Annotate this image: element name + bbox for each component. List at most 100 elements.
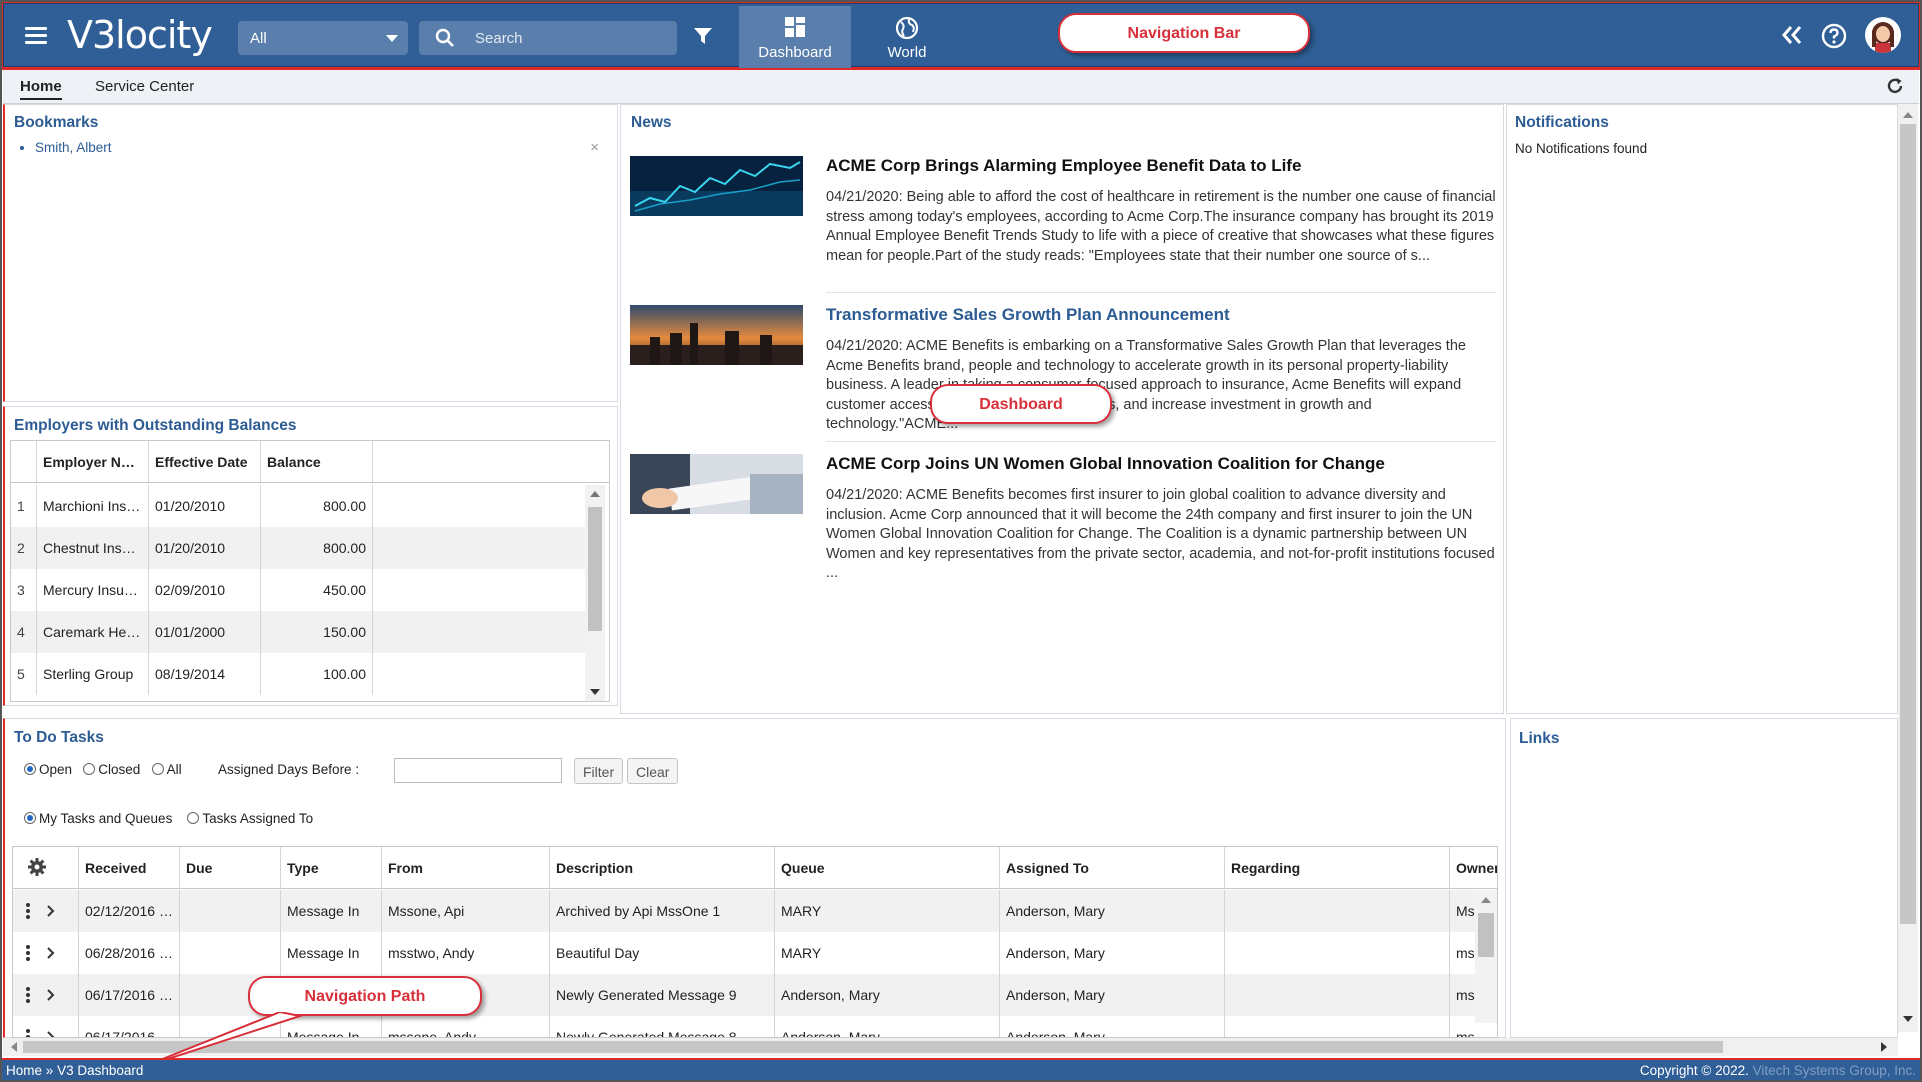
- table-cell: 800.00: [261, 485, 373, 527]
- more-vertical-icon[interactable]: [25, 903, 31, 919]
- row-actions: [13, 1016, 79, 1038]
- task-scope-group: My Tasks and Queues Tasks Assigned To: [24, 811, 313, 826]
- radio-open[interactable]: [24, 763, 36, 775]
- business-meeting-image[interactable]: [630, 454, 803, 514]
- table-row[interactable]: 5 Sterling Group 08/19/2014 100.00: [11, 653, 585, 695]
- brand-logo[interactable]: V3locity: [67, 13, 213, 57]
- chevron-right-icon[interactable]: [47, 947, 55, 959]
- table-cell: Mssone, Api: [382, 890, 550, 932]
- filter-icon[interactable]: [693, 26, 713, 46]
- assigned-days-input[interactable]: [394, 758, 562, 783]
- table-cell: 2: [11, 527, 37, 569]
- radio-all[interactable]: [151, 763, 164, 775]
- search-input[interactable]: Search: [419, 21, 677, 55]
- table-header: Received Due Type From Description Queue…: [13, 847, 1497, 889]
- table-row[interactable]: 1 Marchioni Insu… 01/20/2010 800.00: [11, 485, 585, 527]
- table-row[interactable]: 4 Caremark Hea… 01/01/2000 150.00: [11, 611, 585, 653]
- scroll-left-icon[interactable]: [11, 1042, 17, 1052]
- row-actions: [13, 890, 79, 932]
- panel-title: Employers with Outstanding Balances: [14, 417, 297, 434]
- chevron-right-icon[interactable]: [47, 905, 55, 917]
- globe-icon: [895, 16, 919, 40]
- chevron-right-icon[interactable]: [47, 1031, 55, 1038]
- table-cell: 08/19/2014: [149, 653, 261, 695]
- avatar[interactable]: [1865, 17, 1901, 53]
- table-row[interactable]: 06/28/2016 … Message In msstwo, Andy Beauti…: [13, 932, 1497, 974]
- radio-closed[interactable]: [83, 763, 96, 775]
- gear-icon[interactable]: [27, 857, 47, 877]
- scroll-up-icon[interactable]: [1903, 112, 1913, 118]
- table-cell: 5: [11, 653, 37, 695]
- scrollbar[interactable]: [1475, 891, 1497, 1023]
- radio-tasks-assigned[interactable]: [187, 812, 200, 824]
- table-cell: 800.00: [261, 527, 373, 569]
- clear-button[interactable]: Clear: [627, 758, 679, 784]
- table-header: Employer Name Effective Date Balance: [11, 441, 609, 483]
- table-cell: 100.00: [261, 653, 373, 695]
- table-row[interactable]: 02/12/2016 … Message In Mssone, Api Archive…: [13, 890, 1497, 932]
- table-cell: Beautiful Day: [550, 932, 775, 974]
- scroll-down-icon[interactable]: [1903, 1016, 1913, 1022]
- scroll-down-icon[interactable]: [590, 689, 600, 695]
- table-cell: Caremark Hea…: [37, 611, 149, 653]
- table-cell: MARY: [775, 890, 1000, 932]
- table-row[interactable]: 3 Mercury Insur… 02/09/2010 450.00: [11, 569, 585, 611]
- tab-home[interactable]: Home: [20, 78, 62, 100]
- search-scope-select[interactable]: All: [238, 21, 408, 55]
- panel-title: News: [631, 114, 672, 131]
- news-item: ACME Corp Brings Alarming Employee Benef…: [630, 156, 1496, 296]
- news-summary: 04/21/2020: ACME Benefits is embarking o…: [826, 338, 1466, 432]
- tab-dashboard[interactable]: Dashboard: [739, 6, 851, 68]
- news-headline[interactable]: Transformative Sales Growth Plan Announc…: [826, 305, 1230, 325]
- table-row[interactable]: 06/17/2016 …Message InNewly Generated Me…: [13, 974, 1497, 1016]
- table-cell: 450.00: [261, 569, 373, 611]
- scroll-up-icon[interactable]: [590, 491, 600, 497]
- scroll-right-icon[interactable]: [1881, 1042, 1887, 1052]
- more-vertical-icon[interactable]: [25, 945, 31, 961]
- table-cell: 02/12/2016 …: [79, 890, 180, 932]
- notifications-panel: Notifications No Notifications found: [1506, 104, 1898, 714]
- scrollbar-thumb[interactable]: [1478, 913, 1494, 957]
- collapse-double-chevron-icon[interactable]: [1781, 25, 1803, 45]
- city-skyline-image[interactable]: [630, 305, 803, 365]
- panel-title: Bookmarks: [14, 114, 99, 131]
- scrollbar-thumb[interactable]: [588, 507, 602, 631]
- table-row[interactable]: 2 Chestnut Insur… 01/20/2010 800.00: [11, 527, 585, 569]
- scrollbar-thumb[interactable]: [1900, 124, 1916, 924]
- scrollbar[interactable]: [585, 485, 605, 701]
- search-icon: [435, 28, 454, 47]
- filter-button[interactable]: Filter: [574, 758, 624, 784]
- table-cell: 01/20/2010: [149, 485, 261, 527]
- chevron-right-icon[interactable]: [47, 989, 55, 1001]
- assigned-days-label: Assigned Days Before :: [218, 762, 360, 777]
- scroll-up-icon[interactable]: [1481, 897, 1491, 903]
- breadcrumb-home[interactable]: Home: [6, 1063, 42, 1078]
- table-cell: [180, 932, 281, 974]
- more-vertical-icon[interactable]: [25, 1029, 31, 1038]
- callout-navigation-path: Navigation Path: [248, 976, 482, 1016]
- bookmarks-panel: Bookmarks Smith, Albert ×: [3, 104, 618, 402]
- table-cell: Archived by Api MssOne 1: [550, 890, 775, 932]
- news-headline[interactable]: ACME Corp Brings Alarming Employee Benef…: [826, 156, 1301, 176]
- refresh-icon[interactable]: [1885, 76, 1905, 96]
- close-icon[interactable]: ×: [590, 139, 599, 156]
- links-panel: Links: [1510, 718, 1898, 1038]
- table-cell: Anderson, Mary: [775, 1016, 1000, 1037]
- table-cell: Mercury Insur…: [37, 569, 149, 611]
- table-cell: [1225, 932, 1450, 974]
- company-link[interactable]: Vitech Systems Group, Inc.: [1753, 1063, 1916, 1078]
- table-cell: MARY: [775, 932, 1000, 974]
- page-scrollbar[interactable]: [1898, 104, 1918, 1032]
- news-item: Transformative Sales Growth Plan Announc…: [630, 305, 1496, 445]
- hamburger-menu-icon[interactable]: [25, 27, 47, 45]
- tab-world[interactable]: World: [851, 6, 963, 68]
- bookmark-item[interactable]: Smith, Albert: [35, 140, 112, 155]
- table-cell: 01/20/2010: [149, 527, 261, 569]
- more-vertical-icon[interactable]: [25, 987, 31, 1003]
- news-headline[interactable]: ACME Corp Joins UN Women Global Innovati…: [826, 454, 1385, 474]
- tab-service-center[interactable]: Service Center: [95, 78, 194, 95]
- radio-my-tasks[interactable]: [24, 812, 36, 824]
- stock-chart-image[interactable]: [630, 156, 803, 216]
- help-icon[interactable]: [1821, 23, 1847, 49]
- divider: [826, 441, 1496, 442]
